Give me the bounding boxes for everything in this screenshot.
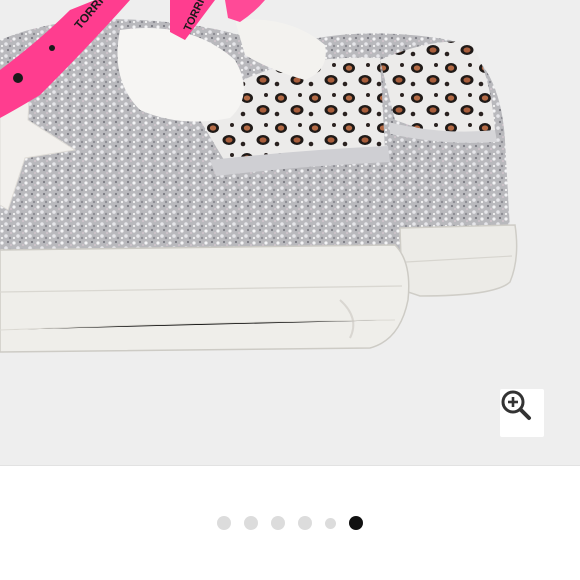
carousel-dot[interactable] <box>325 517 336 529</box>
carousel-pagination <box>0 512 580 534</box>
carousel-dot[interactable] <box>298 516 312 530</box>
product-image-gallery[interactable]: TORRI TORRI <box>0 0 580 466</box>
product-photo: TORRI TORRI <box>0 0 580 466</box>
carousel-dot[interactable] <box>349 516 363 530</box>
zoom-button[interactable] <box>500 389 544 437</box>
carousel-dot[interactable] <box>244 516 258 530</box>
carousel-dot[interactable] <box>271 516 285 530</box>
zoom-in-icon <box>501 390 531 420</box>
carousel-dot[interactable] <box>217 516 231 530</box>
